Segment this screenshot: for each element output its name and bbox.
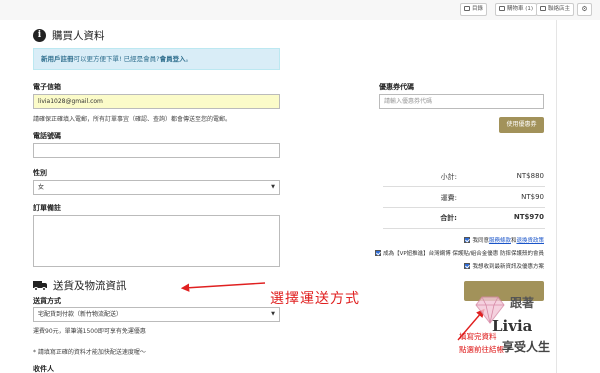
- arrow-to-shipping-title: [180, 282, 266, 292]
- svg-text:Livia: Livia: [492, 317, 533, 335]
- annotation-choose-shipping: 選擇運送方式: [270, 291, 360, 307]
- svg-text:跟著: 跟著: [510, 295, 534, 310]
- svg-text:享受人生: 享受人生: [502, 339, 550, 354]
- livia-watermark-logo: 跟著 Livia 享受人生: [475, 295, 550, 354]
